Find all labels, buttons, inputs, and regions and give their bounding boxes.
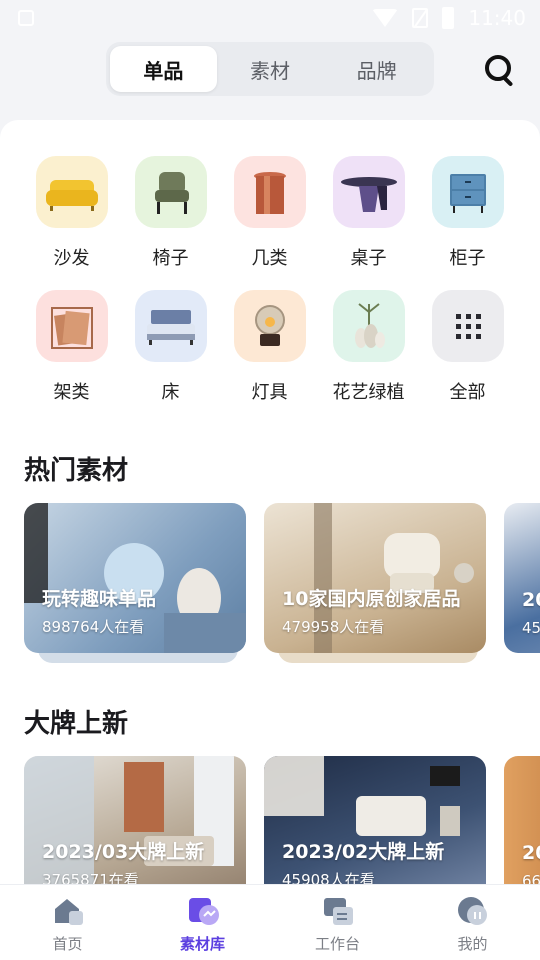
side-table-icon	[253, 172, 286, 214]
home-icon	[54, 899, 83, 925]
nav-home[interactable]: 首页	[0, 885, 135, 960]
category-plants[interactable]: 花艺绿植	[319, 290, 418, 404]
material-card[interactable]: 玩转趣味单品 898764人在看	[24, 503, 246, 653]
card-viewers: 479958人在看	[282, 618, 385, 636]
wifi-icon	[372, 9, 399, 27]
card-viewers: 45	[522, 619, 540, 637]
brand-card[interactable]: 20 66	[504, 756, 540, 900]
category-label: 全部	[449, 382, 486, 403]
status-time: 11:40	[468, 6, 526, 30]
nav-profile[interactable]: 我的	[405, 885, 540, 960]
bottom-nav: 首页 素材库 工作台 我的	[0, 884, 540, 960]
brand-new-carousel: 2023/03大牌上新 3765871在看 2023/02大牌上新 45908人…	[24, 756, 540, 900]
category-label: 几类	[251, 248, 288, 269]
nav-workbench[interactable]: 工作台	[270, 885, 405, 960]
shelf-icon	[50, 307, 93, 349]
category-label: 柜子	[449, 248, 486, 269]
lamp-icon	[254, 305, 285, 346]
category-label: 架类	[53, 382, 90, 403]
category-label: 桌子	[350, 248, 387, 269]
card-title: 2023/02大牌上新	[282, 841, 445, 863]
section-title-hot-materials: 热门素材	[24, 456, 129, 486]
tab-materials[interactable]: 素材	[217, 46, 324, 92]
category-chair[interactable]: 椅子	[121, 156, 220, 270]
category-label: 床	[161, 382, 180, 403]
category-all[interactable]: 全部	[418, 290, 517, 404]
material-card[interactable]: 20 45	[504, 503, 540, 653]
material-card[interactable]: 10家国内原创家居品 479958人在看	[264, 503, 486, 653]
notification-icon	[18, 10, 34, 26]
hot-materials-carousel: 玩转趣味单品 898764人在看 10家国内原创家居品 479958人在看 20…	[24, 503, 540, 673]
grid-icon	[455, 314, 481, 339]
category-label: 沙发	[53, 248, 90, 269]
chair-icon	[154, 172, 189, 214]
card-title: 20	[522, 842, 540, 864]
nav-label: 我的	[457, 935, 488, 953]
plant-icon	[354, 303, 385, 348]
nav-label: 素材库	[179, 935, 225, 953]
table-icon	[340, 177, 397, 212]
category-table[interactable]: 桌子	[319, 156, 418, 270]
brand-card[interactable]: 2023/02大牌上新 45908人在看	[264, 756, 486, 900]
card-title: 玩转趣味单品	[42, 588, 157, 610]
cabinet-icon	[449, 174, 486, 213]
category-bed[interactable]: 床	[121, 290, 220, 404]
category-cabinet[interactable]: 柜子	[418, 156, 517, 270]
profile-icon	[457, 897, 487, 925]
bed-icon	[146, 310, 195, 345]
category-side-table[interactable]: 几类	[220, 156, 319, 270]
status-bar: 11:40	[0, 0, 540, 36]
nav-label: 工作台	[314, 935, 360, 953]
card-title: 20	[522, 589, 540, 611]
category-sofa[interactable]: 沙发	[22, 156, 121, 270]
tab-items[interactable]: 单品	[110, 46, 217, 92]
section-title-brand-new: 大牌上新	[24, 709, 129, 739]
content-sheet: 沙发 椅子 几类 桌子 柜子 架类 床 灯具 花艺绿植 全部 热门素材 玩转趣味…	[0, 120, 540, 900]
battery-icon	[442, 7, 455, 29]
category-lamp[interactable]: 灯具	[220, 290, 319, 404]
card-viewers: 898764人在看	[42, 618, 145, 636]
card-title: 2023/03大牌上新	[42, 841, 205, 863]
category-label: 花艺绿植	[332, 382, 405, 403]
library-icon	[188, 898, 219, 925]
no-sim-icon	[412, 8, 429, 28]
category-label: 灯具	[251, 382, 288, 403]
nav-library[interactable]: 素材库	[135, 885, 270, 960]
category-shelf[interactable]: 架类	[22, 290, 121, 404]
search-button[interactable]	[482, 52, 516, 87]
workbench-icon	[323, 898, 353, 925]
category-grid: 沙发 椅子 几类 桌子 柜子 架类 床 灯具 花艺绿植 全部	[22, 156, 522, 404]
top-tab-switcher: 单品 素材 品牌	[106, 42, 434, 96]
sofa-icon	[45, 180, 98, 211]
category-label: 椅子	[152, 248, 189, 269]
card-title: 10家国内原创家居品	[282, 588, 461, 610]
nav-label: 首页	[52, 935, 83, 953]
brand-card[interactable]: 2023/03大牌上新 3765871在看	[24, 756, 246, 900]
tab-brands[interactable]: 品牌	[323, 46, 430, 92]
